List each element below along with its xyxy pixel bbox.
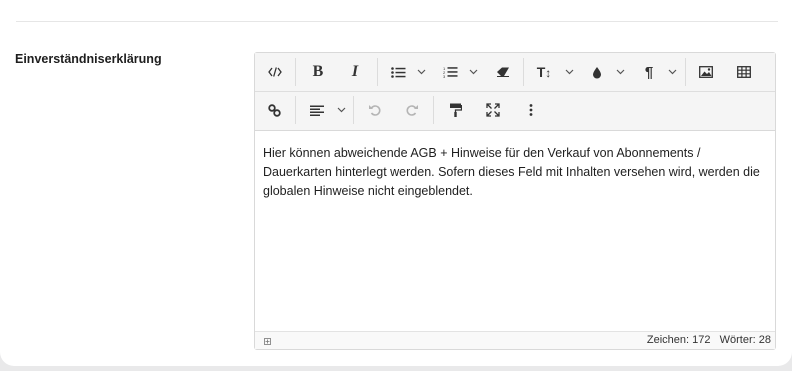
redo-icon: [406, 104, 419, 116]
words-count: Wörter: 28: [719, 334, 771, 346]
code-view-button[interactable]: [259, 53, 291, 91]
italic-button[interactable]: I: [339, 53, 371, 91]
word-count: Zeichen: 172 Wörter: 28: [647, 334, 771, 346]
text-size-icon: T↕: [536, 64, 552, 80]
rich-text-editor: B I 123 T↕ ¶ Hier können abweichende AGB…: [254, 52, 776, 350]
table-icon: [737, 66, 751, 78]
toolbar-separator: [433, 96, 434, 124]
chevron-down-icon[interactable]: [337, 91, 346, 129]
chevron-down-icon[interactable]: [469, 53, 478, 91]
toolbar-separator: [353, 96, 354, 124]
bulleted-list-button[interactable]: [387, 53, 409, 91]
bold-icon: B: [312, 63, 324, 80]
clear-format-button[interactable]: [489, 53, 517, 91]
editor-toolbar: B I 123 T↕ ¶: [255, 53, 775, 131]
chevron-down-icon[interactable]: [417, 53, 426, 91]
text-size-button[interactable]: T↕: [531, 53, 557, 91]
divider: [16, 21, 778, 22]
text-size-label: T: [536, 64, 546, 80]
chevron-down-icon[interactable]: [668, 53, 677, 91]
fullscreen-icon: [486, 103, 500, 117]
field-label: Einverständniserklärung: [15, 52, 162, 66]
insert-table-button[interactable]: [729, 53, 759, 91]
align-button[interactable]: [307, 91, 327, 129]
editor-statusbar: Zeichen: 172 Wörter: 28: [255, 331, 775, 349]
chevron-down-icon[interactable]: [616, 53, 625, 91]
editor-content[interactable]: Hier können abweichende AGB + Hinweise f…: [263, 144, 768, 201]
link-icon: [267, 103, 281, 117]
more-button[interactable]: [519, 91, 543, 129]
redo-button[interactable]: [399, 91, 425, 129]
toolbar-separator: [523, 58, 524, 86]
form-card: Einverständniserklärung B I 1 2 3 T↕ ¶ H…: [0, 0, 792, 366]
numbered-list-button[interactable]: 123: [439, 53, 461, 91]
resize-handle-icon[interactable]: [264, 336, 271, 348]
link-button[interactable]: [259, 91, 289, 129]
undo-icon: [368, 104, 381, 116]
bulleted-list-icon: [390, 66, 406, 78]
insert-image-button[interactable]: [691, 53, 721, 91]
paragraph-button[interactable]: ¶: [639, 53, 659, 91]
char-count: Zeichen: 172: [646, 334, 711, 346]
toolbar-separator: [377, 58, 378, 86]
image-icon: [699, 66, 713, 78]
toolbar-row-2: [255, 91, 775, 129]
eraser-icon: [496, 67, 510, 77]
toolbar-separator: [685, 58, 686, 86]
toolbar-row-1: B I 123 T↕ ¶: [255, 53, 775, 92]
text-color-icon: [592, 66, 602, 79]
toolbar-separator: [295, 58, 296, 86]
svg-text:3: 3: [443, 74, 446, 78]
chevron-down-icon[interactable]: [565, 53, 574, 91]
fullscreen-button[interactable]: [479, 91, 507, 129]
code-view-icon: [268, 67, 282, 77]
paragraph-icon: ¶: [644, 63, 654, 81]
text-color-button[interactable]: [587, 53, 607, 91]
format-painter-icon: [449, 103, 462, 117]
bold-button[interactable]: B: [302, 53, 334, 91]
format-painter-button[interactable]: [441, 91, 469, 129]
undo-button[interactable]: [361, 91, 387, 129]
more-icon: [529, 104, 533, 116]
align-icon: [310, 105, 324, 116]
numbered-list-icon: 123: [443, 66, 458, 78]
toolbar-separator: [295, 96, 296, 124]
italic-icon: I: [351, 63, 359, 80]
